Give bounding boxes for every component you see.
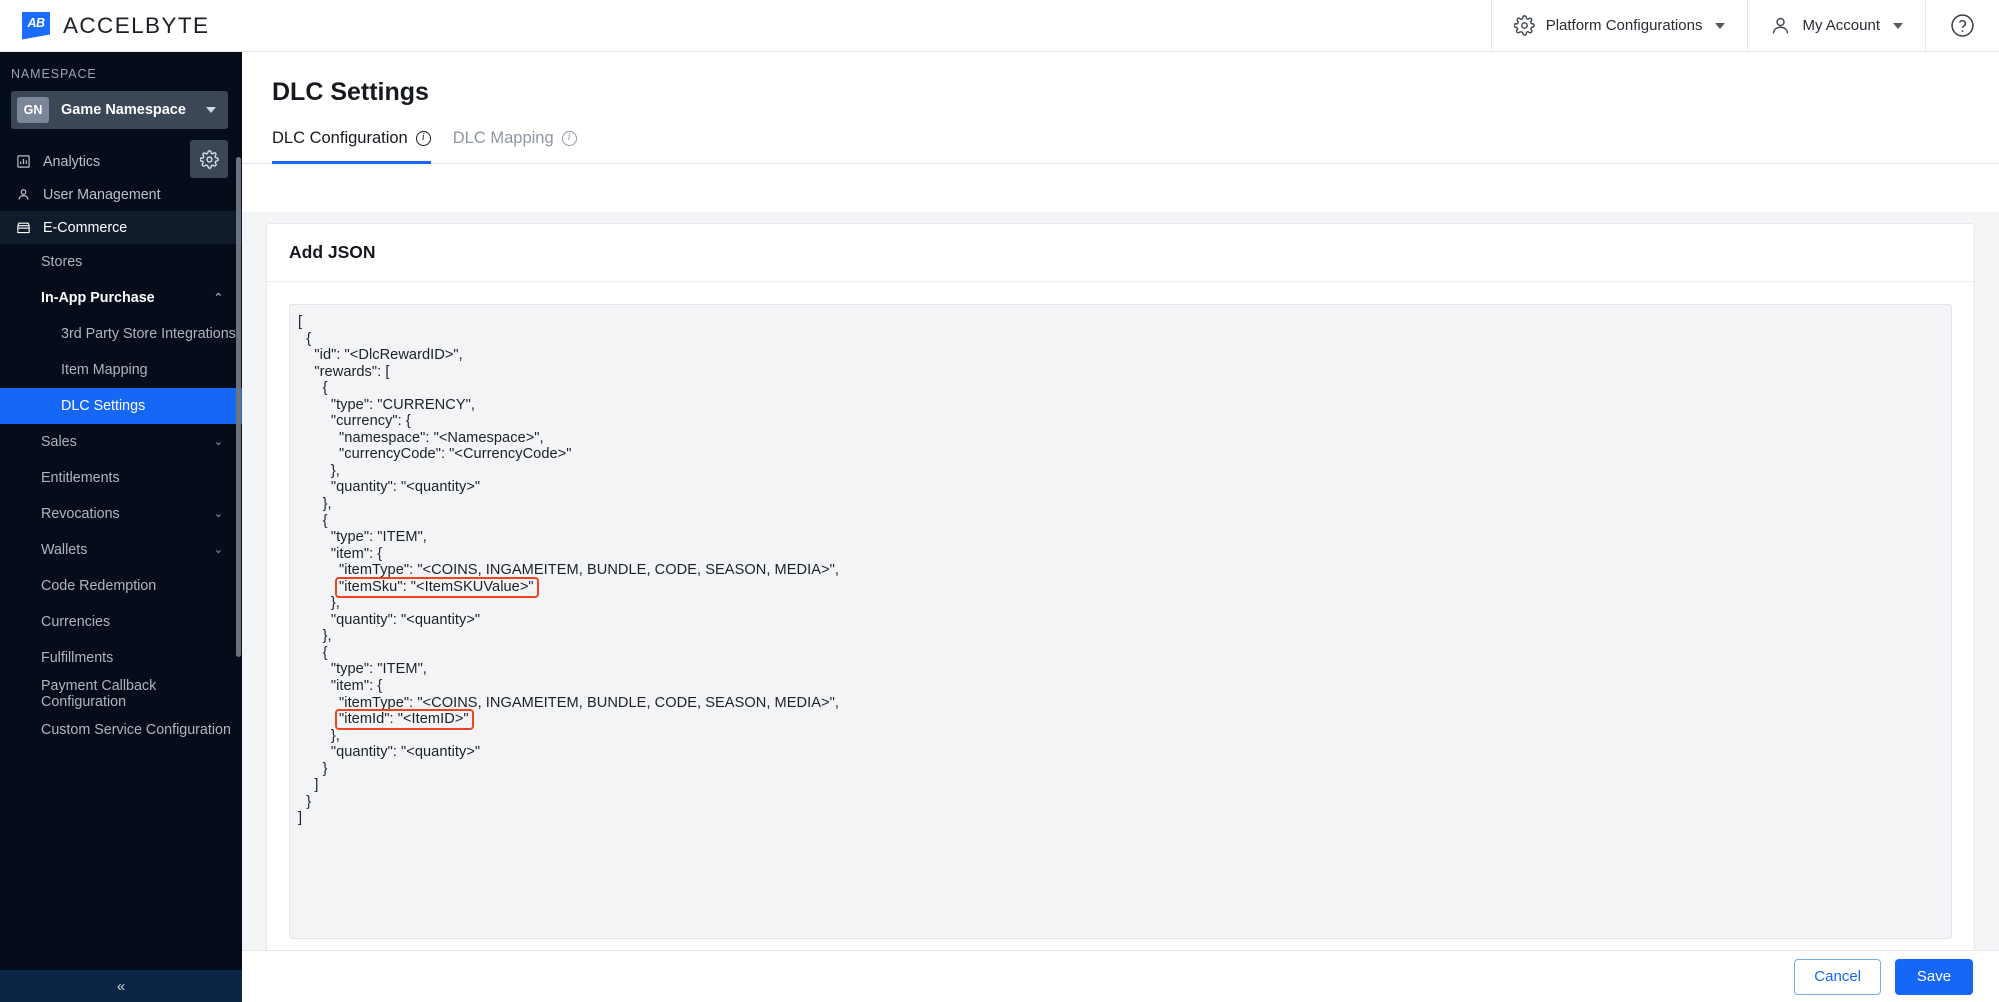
namespace-selector[interactable]: GN Game Namespace [11, 91, 228, 129]
content-canvas: Add JSON [ { "id": "<DlcRewardID>", "rew… [242, 212, 1999, 1002]
footer-actions: Cancel Save [242, 950, 1999, 1002]
chevron-down-icon: ⌄ [213, 507, 223, 520]
sidebar-sub-label: DLC Settings [61, 398, 146, 414]
sidebar-item-code-redemption[interactable]: Code Redemption [0, 568, 242, 604]
chevron-up-icon: ⌃ [213, 291, 223, 304]
sidebar-item-in-app-purchase[interactable]: In-App Purchase ⌃ [0, 280, 242, 316]
help-button[interactable] [1925, 0, 1999, 52]
user-icon [16, 187, 31, 202]
sidebar-sub-label: Entitlements [41, 470, 120, 486]
sidebar-sub-label: Fulfillments [41, 650, 114, 666]
chevron-down-icon [1893, 22, 1903, 29]
namespace-name: Game Namespace [61, 102, 186, 118]
chevron-down-icon: ⌄ [213, 543, 223, 556]
platform-configurations-menu[interactable]: Platform Configurations [1490, 0, 1748, 52]
gear-icon [1513, 15, 1535, 36]
sidebar-item-e-commerce[interactable]: E-Commerce [0, 211, 242, 244]
sidebar-item-label: E-Commerce [43, 219, 128, 236]
chevron-down-icon: ⌄ [213, 435, 223, 448]
chevron-down-icon [206, 107, 216, 113]
sidebar-item-label: Analytics [43, 153, 101, 170]
sidebar-item-stores[interactable]: Stores [0, 244, 242, 280]
cancel-button[interactable]: Cancel [1794, 958, 1881, 995]
main-content: DLC Settings DLC Configuration i DLC Map… [242, 52, 1999, 1002]
tab-label: DLC Mapping [452, 129, 554, 147]
sidebar-sub-label: Item Mapping [61, 362, 148, 378]
sidebar: NAMESPACE GN Game Namespace Analytics Us… [0, 52, 242, 1002]
json-editor[interactable]: [ { "id": "<DlcRewardID>", "rewards": [ … [289, 304, 1952, 939]
sidebar-item-fulfillments[interactable]: Fulfillments [0, 640, 242, 676]
sidebar-item-dlc-settings[interactable]: DLC Settings [0, 388, 242, 424]
info-icon[interactable]: i [561, 131, 577, 146]
sidebar-sub-label: Sales [41, 434, 77, 450]
brand-mark-text: AB [27, 15, 45, 30]
info-icon[interactable]: i [415, 131, 431, 146]
sidebar-sub-label: Custom Service Configuration [41, 722, 231, 738]
gear-icon [199, 149, 219, 169]
sidebar-sub-label: Stores [41, 254, 83, 270]
tab-dlc-mapping[interactable]: DLC Mapping i [453, 129, 577, 164]
page-title: DLC Settings [272, 78, 429, 106]
sidebar-item-payment-callback-configuration[interactable]: Payment Callback Configuration [0, 676, 242, 712]
json-content[interactable]: [ { "id": "<DlcRewardID>", "rewards": [ … [290, 314, 1951, 827]
save-button[interactable]: Save [1895, 958, 1973, 995]
my-account-menu[interactable]: My Account [1747, 0, 1925, 52]
sidebar-item-sales[interactable]: Sales ⌄ [0, 424, 242, 460]
sidebar-sub-label: 3rd Party Store Integrations [61, 326, 236, 342]
sidebar-item-custom-service-configuration[interactable]: Custom Service Configuration [0, 712, 242, 748]
top-bar-actions: Platform Configurations My Account [1490, 0, 1999, 52]
sidebar-item-entitlements[interactable]: Entitlements [0, 460, 242, 496]
sidebar-item-revocations[interactable]: Revocations ⌄ [0, 496, 242, 532]
namespace-label: NAMESPACE [11, 67, 97, 81]
namespace-badge: GN [17, 97, 49, 123]
user-avatar-icon [1770, 15, 1791, 36]
sidebar-item-currencies[interactable]: Currencies [0, 604, 242, 640]
brand-logo[interactable]: AB ACCELBYTE [0, 11, 210, 40]
sidebar-item-3rd-party-store-integrations[interactable]: 3rd Party Store Integrations [0, 316, 242, 352]
help-circle-icon [1950, 13, 1975, 38]
sidebar-item-wallets[interactable]: Wallets ⌄ [0, 532, 242, 568]
add-json-card: Add JSON [ { "id": "<DlcRewardID>", "rew… [266, 223, 1975, 985]
tab-dlc-configuration[interactable]: DLC Configuration i [272, 129, 431, 164]
platform-configurations-label: Platform Configurations [1545, 17, 1703, 34]
sidebar-item-user-management[interactable]: User Management [0, 178, 242, 211]
my-account-label: My Account [1802, 17, 1880, 34]
namespace-settings-button[interactable] [190, 140, 228, 178]
sidebar-sub-label: Payment Callback Configuration [41, 678, 157, 710]
tab-label: DLC Configuration [272, 129, 408, 147]
sidebar-item-item-mapping[interactable]: Item Mapping [0, 352, 242, 388]
accelbyte-logo-icon: AB [22, 11, 50, 40]
brand-name: ACCELBYTE [63, 12, 210, 38]
sidebar-collapse-button[interactable]: « [0, 970, 242, 1002]
store-icon [16, 220, 31, 235]
sidebar-sub-label: In-App Purchase [41, 290, 155, 306]
sidebar-scrollbar[interactable] [236, 157, 241, 657]
tab-bar: DLC Configuration i DLC Mapping i [242, 107, 1999, 164]
card-title: Add JSON [267, 224, 1974, 282]
sidebar-item-label: User Management [43, 186, 161, 203]
analytics-icon [16, 154, 31, 169]
sidebar-sub-label: Currencies [41, 614, 111, 630]
card-body: [ { "id": "<DlcRewardID>", "rewards": [ … [267, 282, 1974, 939]
top-bar: AB ACCELBYTE Platform Configurations My … [0, 0, 1999, 52]
chevron-double-left-icon: « [116, 977, 126, 995]
sidebar-nav: Analytics User Management E-Commerce Sto… [0, 145, 242, 748]
sidebar-sub-label: Code Redemption [41, 578, 157, 594]
chevron-down-icon [1715, 22, 1726, 29]
sidebar-sub-label: Revocations [41, 506, 120, 522]
sidebar-sub-label: Wallets [41, 542, 88, 558]
